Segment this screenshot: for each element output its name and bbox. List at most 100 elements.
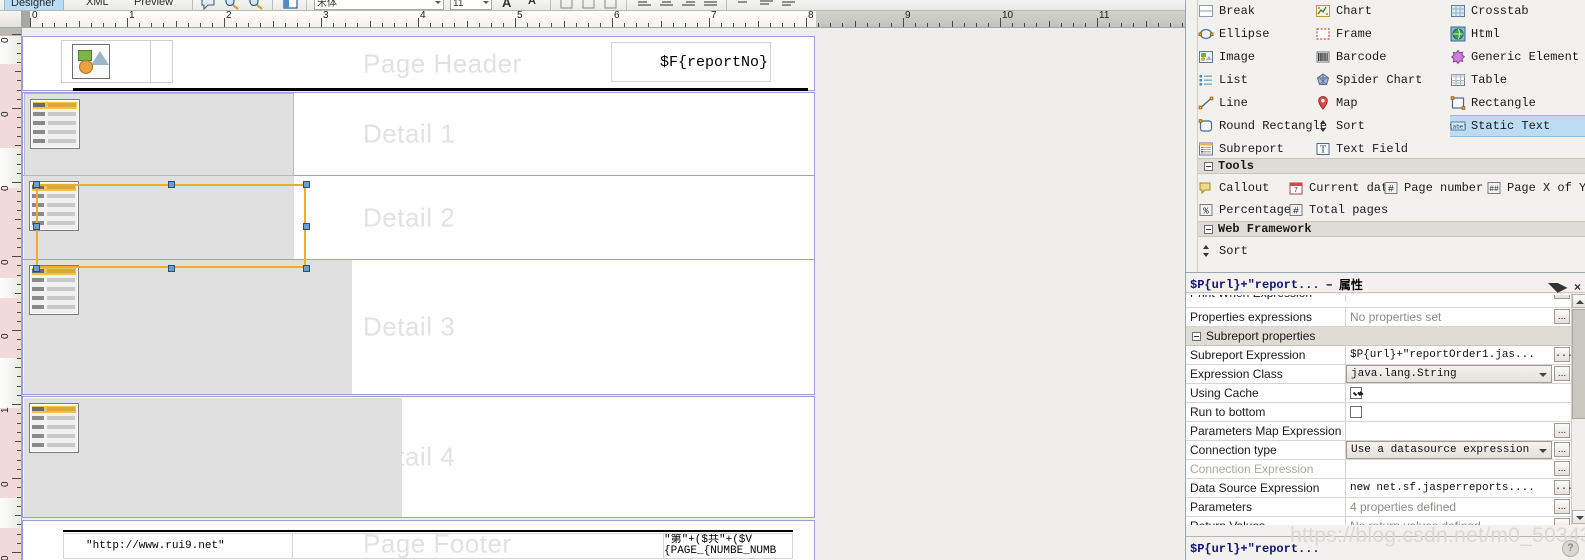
property-ellipsis-button[interactable]: ...: [1554, 480, 1571, 495]
property-row[interactable]: Parameters 4 properties defined...: [1186, 498, 1571, 517]
header-logo-element[interactable]: [61, 40, 151, 83]
palette-item-map[interactable]: Map: [1315, 92, 1448, 114]
help-icon[interactable]: ?: [1562, 540, 1579, 557]
palette-tool-callout[interactable]: Callout: [1198, 177, 1269, 199]
palette-item-static-text[interactable]: label Static Text: [1449, 115, 1585, 137]
align-center-icon[interactable]: [658, 0, 675, 10]
valign-top-icon[interactable]: [736, 0, 753, 10]
bold-icon[interactable]: [558, 0, 575, 10]
property-dropdown[interactable]: java.lang.String: [1346, 365, 1552, 383]
resize-handle-e[interactable]: [303, 223, 310, 230]
zoom-out-icon[interactable]: [224, 0, 241, 10]
palette-group-web-framework[interactable]: Web Framework: [1198, 221, 1585, 237]
collapse-toggle-icon[interactable]: [1192, 331, 1201, 341]
tab-designer[interactable]: Designer: [4, 0, 64, 10]
palette-item-html[interactable]: Html: [1450, 23, 1585, 45]
resize-handle-sw[interactable]: [33, 265, 40, 272]
property-value-cell[interactable]: No return values defined...: [1346, 517, 1571, 525]
scrollbar-thumb[interactable]: [1572, 309, 1585, 419]
property-row[interactable]: Data Source Expression new net.sf.jasperr…: [1186, 479, 1571, 498]
footer-url-text[interactable]: "http://www.rui9.net": [63, 533, 293, 559]
horizontal-ruler[interactable]: 0123456789101112: [22, 11, 1185, 28]
property-row[interactable]: Connection type Use a datasource expressi…: [1186, 441, 1571, 460]
palette-tool-total-pages[interactable]: # Total pages: [1288, 199, 1388, 221]
property-checkbox[interactable]: [1350, 387, 1362, 399]
scroll-up-button[interactable]: [1572, 294, 1585, 308]
panel-toggle-icon[interactable]: [282, 0, 299, 10]
properties-section-subreport-properties[interactable]: Subreport properties: [1186, 327, 1571, 346]
palette-item-sort[interactable]: Sort: [1315, 115, 1448, 137]
property-row[interactable]: Print When Expression...: [1186, 295, 1571, 308]
align-left-icon[interactable]: [636, 0, 653, 10]
property-row[interactable]: Parameters Map Expression...: [1186, 422, 1571, 441]
property-value-cell[interactable]: java.lang.String...: [1346, 365, 1571, 383]
scroll-down-button[interactable]: [1572, 510, 1585, 524]
minimize-icon[interactable]: ◥▶: [1549, 280, 1567, 294]
footer-page-number-text[interactable]: "第"+($共"+($V {PAGE_{NUMBE_NUMB: [663, 533, 793, 559]
resize-handle-w[interactable]: [33, 223, 40, 230]
property-dropdown[interactable]: Use a datasource expression: [1346, 441, 1552, 459]
palette-item-frame[interactable]: Frame: [1315, 23, 1448, 45]
resize-handle-ne[interactable]: [303, 181, 310, 188]
palette-item-chart[interactable]: Chart: [1315, 0, 1448, 22]
palette-item-break[interactable]: Break: [1198, 0, 1313, 22]
design-canvas[interactable]: Page Header $F{reportNo} Detail 1 Detail…: [22, 28, 1185, 560]
palette-item-generic-element[interactable]: Generic Element: [1450, 46, 1585, 68]
zoom-in-icon[interactable]: [248, 0, 265, 10]
comment-icon[interactable]: [200, 0, 217, 10]
palette-group-tools[interactable]: Tools: [1198, 158, 1585, 174]
property-row[interactable]: Expression Class java.lang.String...: [1186, 365, 1571, 384]
band-page-footer[interactable]: Page Footer "http://www.rui9.net" "第"+($…: [22, 520, 815, 560]
property-ellipsis-button[interactable]: ...: [1554, 423, 1570, 438]
subreport-element-1[interactable]: [24, 93, 294, 176]
valign-middle-icon[interactable]: [758, 0, 775, 10]
palette-item-round-rectangle[interactable]: Round Rectangle: [1198, 115, 1327, 137]
align-right-icon[interactable]: [680, 0, 697, 10]
subreport-element-4[interactable]: [24, 398, 402, 517]
palette-web-sort[interactable]: Sort: [1198, 240, 1248, 262]
band-detail-2[interactable]: Detail 2: [22, 176, 815, 260]
palette-item-crosstab[interactable]: Crosstab: [1450, 0, 1585, 22]
property-ellipsis-button[interactable]: ...: [1554, 309, 1570, 324]
subreport-element-2[interactable]: [24, 176, 294, 259]
band-page-header[interactable]: Page Header $F{reportNo}: [22, 36, 815, 91]
resize-handle-n[interactable]: [168, 181, 175, 188]
property-row[interactable]: Using Cache: [1186, 384, 1571, 403]
decrease-font-button[interactable]: A: [528, 0, 536, 7]
underline-icon[interactable]: [602, 0, 619, 10]
palette-item-list[interactable]: List: [1198, 69, 1313, 91]
palette-item-ellipse[interactable]: Ellipse: [1198, 23, 1313, 45]
property-value-cell[interactable]: [1346, 403, 1571, 421]
property-row[interactable]: Subreport Expression $P{url}+"reportOrder…: [1186, 346, 1571, 365]
palette-tool-page-number[interactable]: # Page number: [1383, 177, 1483, 199]
palette-tool-page-x-of-y[interactable]: ## Page X of Y: [1486, 177, 1585, 199]
property-row[interactable]: Properties expressions No properties set.…: [1186, 308, 1571, 327]
palette-item-text-field[interactable]: T Text Field: [1315, 138, 1448, 160]
property-value-cell[interactable]: No properties set...: [1346, 308, 1571, 326]
property-ellipsis-button[interactable]: ...: [1554, 499, 1570, 514]
align-justify-icon[interactable]: [702, 0, 719, 10]
increase-font-button[interactable]: A: [502, 0, 511, 10]
collapse-toggle-icon[interactable]: [1204, 224, 1213, 234]
property-value-cell[interactable]: ...: [1346, 460, 1571, 478]
palette-tool-current-date[interactable]: 7 Current date: [1288, 177, 1395, 199]
font-family-combo[interactable]: 宋体: [314, 0, 444, 10]
tab-xml[interactable]: XML: [80, 0, 116, 10]
property-value-cell[interactable]: ...: [1346, 295, 1571, 307]
vertical-ruler[interactable]: 0 0 0 0 0 1 0 0: [0, 28, 22, 560]
palette-item-spider-chart[interactable]: Spider Chart: [1315, 69, 1448, 91]
property-row[interactable]: Connection Expression...: [1186, 460, 1571, 479]
properties-scrollbar[interactable]: [1571, 294, 1585, 525]
footer-middle-spacer[interactable]: [293, 533, 663, 559]
palette-item-line[interactable]: Line: [1198, 92, 1313, 114]
property-value-cell[interactable]: ...: [1346, 422, 1571, 440]
band-detail-3[interactable]: Detail 3: [22, 260, 815, 395]
property-ellipsis-button[interactable]: ...: [1554, 347, 1571, 362]
resize-handle-se[interactable]: [303, 265, 310, 272]
property-ellipsis-button[interactable]: ...: [1554, 366, 1570, 381]
properties-grid[interactable]: Print When Expression...Properties expre…: [1186, 294, 1571, 525]
palette-item-barcode[interactable]: Barcode: [1315, 46, 1448, 68]
font-size-combo[interactable]: 11: [450, 0, 492, 10]
property-ellipsis-button[interactable]: ...: [1554, 461, 1570, 476]
property-checkbox[interactable]: [1350, 406, 1362, 418]
